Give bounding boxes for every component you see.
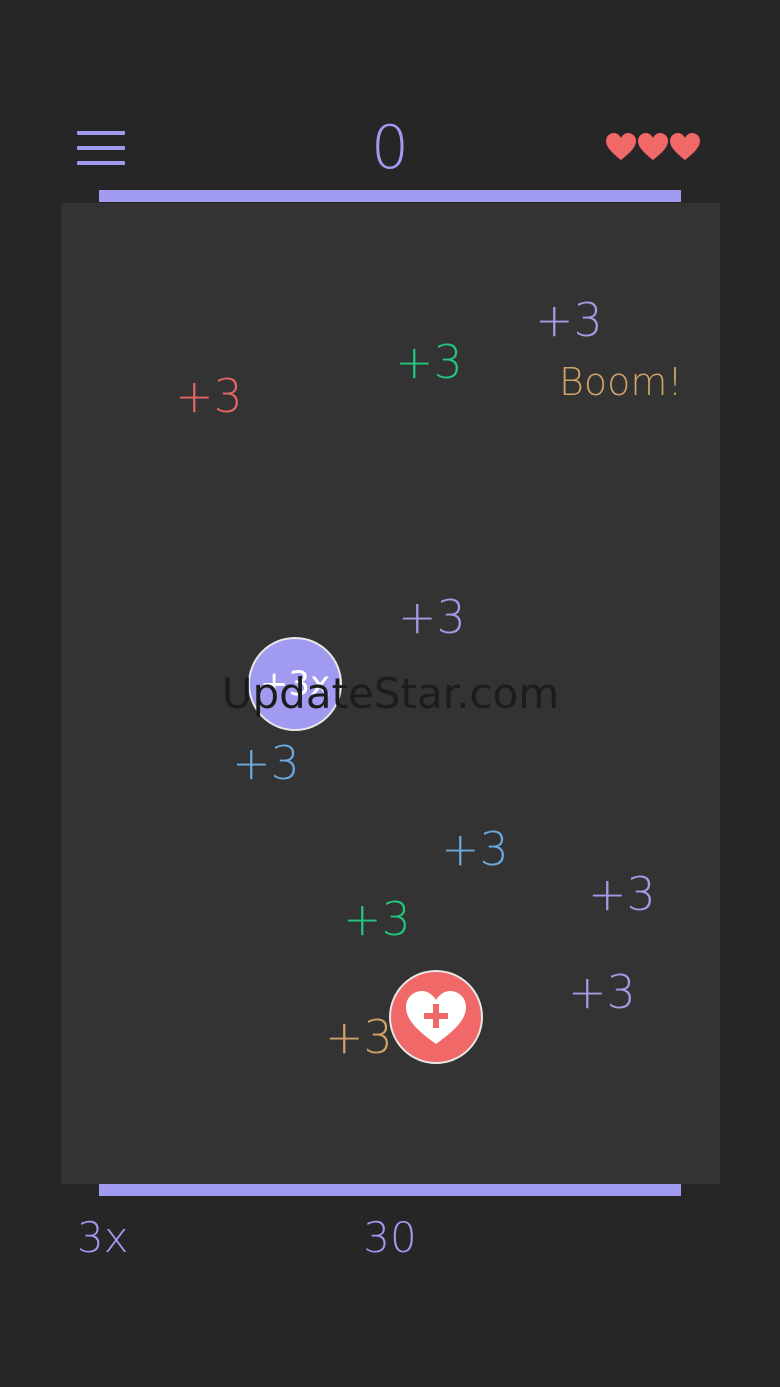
- score-popup: +3: [343, 892, 411, 946]
- score-display: 0: [370, 113, 410, 183]
- heart-icon: [606, 133, 636, 160]
- score-popup: +3: [232, 736, 300, 790]
- score-popup: +3: [535, 293, 603, 347]
- multiplier-display: 3x: [77, 1213, 129, 1262]
- play-field[interactable]: +3 +3 +3 Boom! +3 +3 +3 +3 +3 +3 +3 +3x …: [61, 203, 720, 1184]
- bottom-boundary-bar: [99, 1184, 681, 1196]
- score-popup: +3: [175, 369, 243, 423]
- score-popup: +3: [441, 822, 509, 876]
- score-popup: +3: [325, 1010, 393, 1064]
- heart-plus-icon: [406, 991, 466, 1044]
- watermark: UpdateStar.com: [221, 669, 560, 718]
- extra-life-bubble[interactable]: [389, 970, 483, 1064]
- top-boundary-bar: [99, 190, 681, 202]
- boom-text: Boom!: [559, 360, 683, 404]
- timer-display: 30: [363, 1213, 417, 1262]
- heart-icon: [670, 133, 700, 160]
- score-popup: +3: [395, 335, 463, 389]
- score-popup: +3: [588, 867, 656, 921]
- lives-display: [606, 133, 706, 165]
- score-popup: +3: [398, 590, 466, 644]
- hamburger-menu-icon[interactable]: [77, 131, 125, 167]
- score-popup: +3: [568, 965, 636, 1019]
- heart-icon: [638, 133, 668, 160]
- game-screen: 0 +3 +3 +3 Boom! +3 +3 +3 +3 +3 +3 +3 +3…: [0, 0, 780, 1387]
